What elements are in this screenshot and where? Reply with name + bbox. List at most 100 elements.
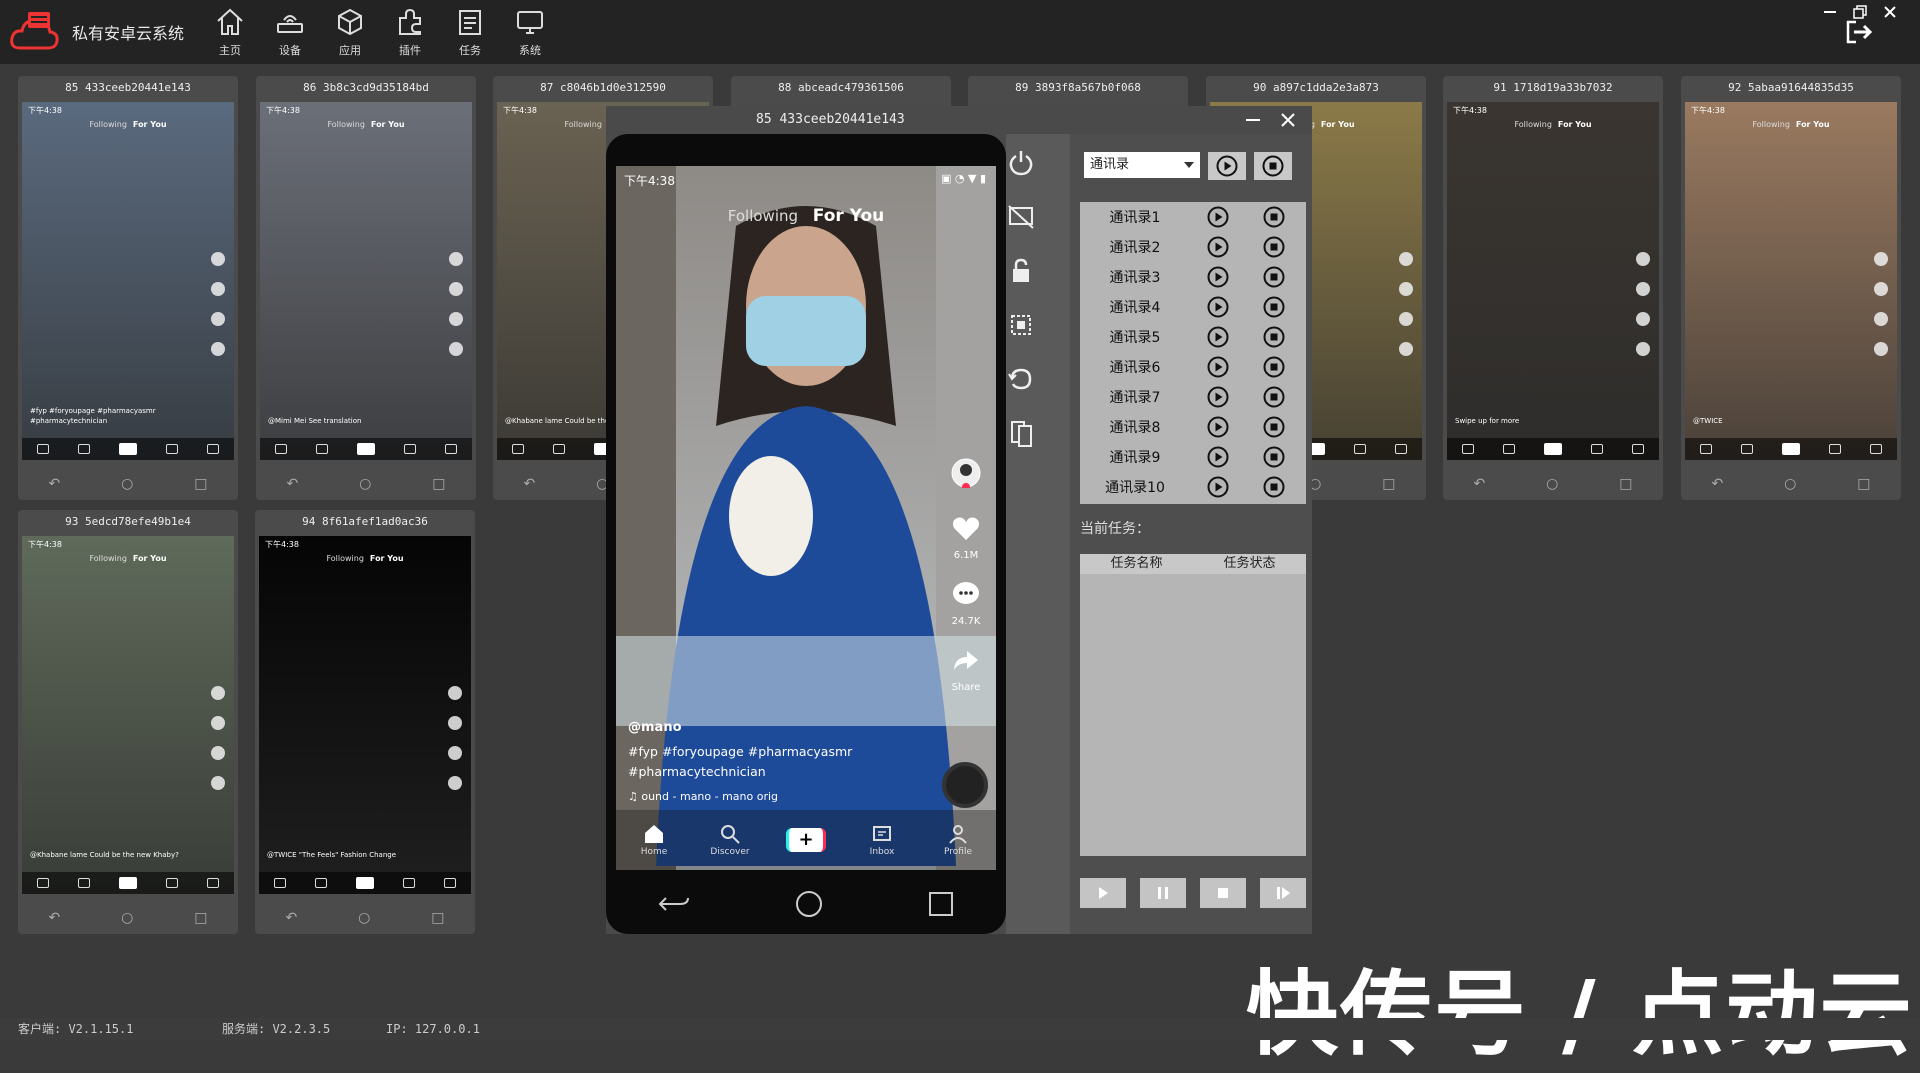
- close-icon[interactable]: [1882, 4, 1898, 20]
- avatar[interactable]: [1399, 252, 1413, 266]
- home-icon[interactable]: [273, 878, 286, 888]
- record-stop-button[interactable]: [1246, 476, 1302, 498]
- search-icon[interactable]: [552, 444, 565, 454]
- inbox-icon[interactable]: [1354, 444, 1367, 454]
- back-icon[interactable]: ↶: [48, 476, 60, 492]
- device-screen[interactable]: 下午4:38 Following For You @Khabane lame Coul…: [22, 536, 234, 894]
- music-label[interactable]: ♫ ound - mano - mano orig: [628, 790, 778, 803]
- record-row[interactable]: 通讯录10: [1080, 472, 1306, 502]
- tab-following[interactable]: Following: [728, 207, 798, 225]
- video-author[interactable]: @mano: [628, 720, 682, 735]
- recents-icon[interactable]: □: [1382, 476, 1395, 492]
- record-row[interactable]: 通讯录3: [1080, 262, 1306, 292]
- search-icon[interactable]: [1502, 444, 1515, 454]
- inbox-icon[interactable]: [1591, 444, 1604, 454]
- create-plus-button[interactable]: [1543, 443, 1562, 455]
- share-icon[interactable]: [211, 776, 225, 790]
- avatar[interactable]: [1874, 252, 1888, 266]
- screenshot-icon[interactable]: [1006, 310, 1036, 340]
- create-plus-button[interactable]: [118, 443, 137, 455]
- stop-button[interactable]: [1200, 878, 1246, 908]
- device-card[interactable]: 94 8f61afef1ad0ac36 下午4:38 Following For Yo…: [255, 510, 475, 934]
- record-stop-button[interactable]: [1246, 296, 1302, 318]
- minimize-icon[interactable]: [1244, 112, 1262, 128]
- comment-icon[interactable]: [449, 312, 463, 326]
- device-card[interactable]: 85 433ceeb20441e143 下午4:38 Following For Yo…: [18, 76, 238, 500]
- record-play-button[interactable]: [1190, 206, 1246, 228]
- record-play-button[interactable]: [1190, 236, 1246, 258]
- device-card[interactable]: 93 5edcd78efe49b1e4 下午4:38 Following For Yo…: [18, 510, 238, 934]
- record-row[interactable]: 通讯录5: [1080, 322, 1306, 352]
- heart-icon[interactable]: [449, 282, 463, 296]
- tab-for-you[interactable]: For You: [370, 554, 404, 563]
- share-icon[interactable]: [211, 342, 225, 356]
- inbox-icon[interactable]: [404, 444, 417, 454]
- back-icon[interactable]: [658, 892, 690, 916]
- profile-icon[interactable]: [445, 444, 458, 454]
- home-icon[interactable]: [36, 878, 49, 888]
- record-row[interactable]: 通讯录8: [1080, 412, 1306, 442]
- nav-device[interactable]: 设备: [260, 4, 320, 60]
- lock-icon[interactable]: [1006, 256, 1036, 286]
- heart-icon[interactable]: [448, 716, 462, 730]
- bottom-nav-inbox[interactable]: Inbox: [852, 823, 912, 857]
- minimize-icon[interactable]: [1822, 4, 1838, 20]
- record-stop-button[interactable]: [1246, 386, 1302, 408]
- recents-icon[interactable]: □: [194, 910, 207, 926]
- tab-following[interactable]: Following: [1514, 120, 1551, 129]
- inbox-icon[interactable]: [403, 878, 416, 888]
- create-plus-button[interactable]: +: [786, 828, 826, 852]
- record-play-button[interactable]: [1190, 416, 1246, 438]
- recents-icon[interactable]: □: [431, 910, 444, 926]
- comment-icon[interactable]: [448, 746, 462, 760]
- tab-for-you[interactable]: For You: [1321, 120, 1355, 129]
- avatar[interactable]: [211, 686, 225, 700]
- record-stop-button[interactable]: [1246, 416, 1302, 438]
- avatar[interactable]: [1636, 252, 1650, 266]
- search-icon[interactable]: [77, 878, 90, 888]
- heart-icon[interactable]: [211, 716, 225, 730]
- tab-following[interactable]: Following: [89, 120, 126, 129]
- back-icon[interactable]: ↶: [286, 476, 298, 492]
- record-row[interactable]: 通讯录7: [1080, 382, 1306, 412]
- close-icon[interactable]: [1278, 110, 1298, 130]
- home-circle-icon[interactable]: ○: [1546, 476, 1558, 492]
- search-icon[interactable]: [314, 878, 327, 888]
- tab-following[interactable]: Following: [564, 120, 601, 129]
- share-icon[interactable]: [1399, 342, 1413, 356]
- device-screen[interactable]: 下午4:38 Following For You @Mimi Mei See tran…: [260, 102, 472, 460]
- share-icon[interactable]: [448, 776, 462, 790]
- record-stop-button[interactable]: [1246, 206, 1302, 228]
- nav-system[interactable]: 系统: [500, 4, 560, 60]
- avatar[interactable]: [448, 686, 462, 700]
- create-plus-button[interactable]: [356, 443, 375, 455]
- create-plus-button[interactable]: [118, 877, 137, 889]
- search-icon[interactable]: [315, 444, 328, 454]
- record-play-button[interactable]: [1190, 356, 1246, 378]
- home-circle-icon[interactable]: [795, 890, 823, 918]
- music-disc-icon[interactable]: [942, 762, 988, 808]
- device-card[interactable]: 92 5abaa91644835d35 下午4:38 Following For Yo…: [1681, 76, 1901, 500]
- device-screen[interactable]: 下午4:38 Following For You Swipe up for more: [1447, 102, 1659, 460]
- rotate-icon[interactable]: [1006, 364, 1036, 394]
- record-play-button[interactable]: [1190, 386, 1246, 408]
- record-row[interactable]: 通讯录1: [1080, 202, 1306, 232]
- search-icon[interactable]: [1740, 444, 1753, 454]
- record-stop-button[interactable]: [1246, 266, 1302, 288]
- tab-following[interactable]: Following: [326, 554, 363, 563]
- recents-icon[interactable]: □: [1619, 476, 1632, 492]
- bottom-nav-profile[interactable]: Profile: [928, 823, 988, 857]
- bottom-nav-home[interactable]: Home: [624, 823, 684, 857]
- phone-screen[interactable]: 下午4:38 ▣ ◔ ▼ ▮ Following For You 6.1M 24…: [616, 166, 996, 870]
- play-all-button[interactable]: [1208, 152, 1246, 180]
- record-row[interactable]: 通讯录6: [1080, 352, 1306, 382]
- comment-icon[interactable]: [1399, 312, 1413, 326]
- tab-for-you[interactable]: For You: [133, 554, 167, 563]
- profile-icon[interactable]: [1870, 444, 1883, 454]
- heart-icon[interactable]: [211, 282, 225, 296]
- profile-icon[interactable]: [1395, 444, 1408, 454]
- share-icon[interactable]: [1874, 342, 1888, 356]
- search-icon[interactable]: [77, 444, 90, 454]
- share-icon[interactable]: [951, 645, 981, 675]
- step-button[interactable]: [1260, 878, 1306, 908]
